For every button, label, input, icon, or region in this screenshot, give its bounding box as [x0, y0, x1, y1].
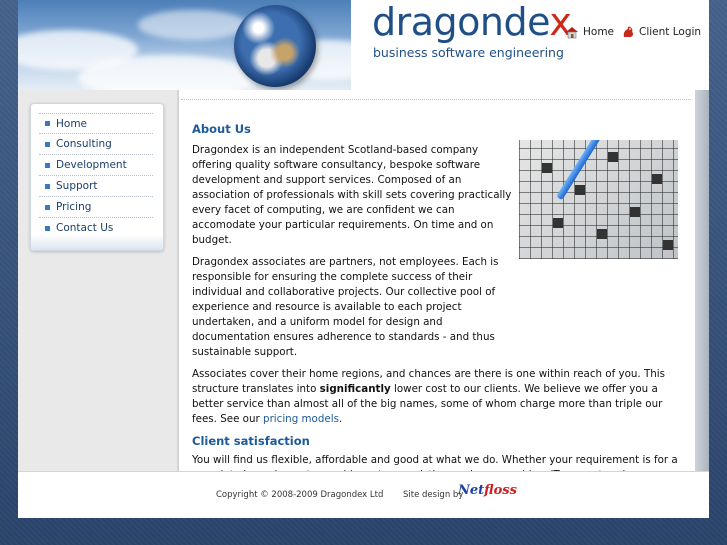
bullet-icon [45, 204, 50, 210]
netfloss-logo-link[interactable]: Netfloss [458, 483, 517, 498]
globe-image [234, 5, 316, 87]
client-satisfaction-heading: Client satisfaction [192, 434, 310, 448]
about-paragraph-1: Dragondex is an independent Scotland-bas… [192, 144, 512, 246]
bullet-icon [45, 225, 50, 231]
copyright-text: Copyright © 2008-2009 Dragondex Ltd [216, 490, 384, 500]
top-link-home-label: Home [583, 26, 615, 38]
site-logo[interactable]: dragondex [372, 1, 572, 44]
site-tagline: business software engineering [373, 45, 564, 60]
site-design-label: Site design by [403, 490, 464, 500]
pricing-models-link[interactable]: pricing models [263, 413, 339, 425]
menu-item-label: Development [56, 159, 127, 171]
bullet-icon [45, 162, 50, 168]
about-heading: About Us [192, 122, 251, 136]
menu-item-consulting[interactable]: Consulting [39, 134, 153, 155]
menu-item-label: Support [56, 180, 98, 192]
menu-item-label: Home [56, 117, 88, 130]
top-link-home[interactable]: Home [565, 25, 614, 39]
menu-item-label: Pricing [56, 201, 92, 213]
bullet-icon [45, 141, 50, 147]
right-shade [695, 90, 709, 471]
house-icon [566, 27, 578, 39]
bullet-icon [45, 183, 50, 189]
header: dragondex business software engineering … [18, 0, 709, 90]
page: dragondex business software engineering … [18, 0, 709, 518]
menu-item-support[interactable]: Support [39, 176, 153, 197]
top-link-client-login[interactable]: Client Login [621, 25, 701, 39]
top-link-client-login-label: Client Login [639, 26, 702, 38]
menu-footer-shade [31, 235, 163, 250]
menu-item-label: Consulting [56, 138, 112, 150]
about-paragraph-2: Dragondex associates are partners, not e… [192, 256, 499, 358]
menu-item-home[interactable]: Home [39, 113, 153, 134]
header-sky-image [18, 0, 351, 90]
menu-item-development[interactable]: Development [39, 155, 153, 176]
footer: Copyright © 2008-2009 Dragondex Ltd Site… [18, 471, 709, 518]
crossword-pen-image [519, 140, 678, 259]
menu-item-pricing[interactable]: Pricing [39, 197, 153, 218]
bullet-icon [45, 121, 50, 126]
side-menu: Home Consulting Development Support Pric… [30, 103, 164, 251]
dragon-icon [623, 26, 634, 37]
about-paragraph-3: Associates cover their home regions, and… [192, 368, 666, 425]
emphasis-significantly: significantly [319, 383, 391, 395]
menu-item-label: Contact Us [56, 222, 114, 234]
left-column: Home Consulting Development Support Pric… [18, 90, 177, 471]
content-divider [181, 99, 691, 100]
